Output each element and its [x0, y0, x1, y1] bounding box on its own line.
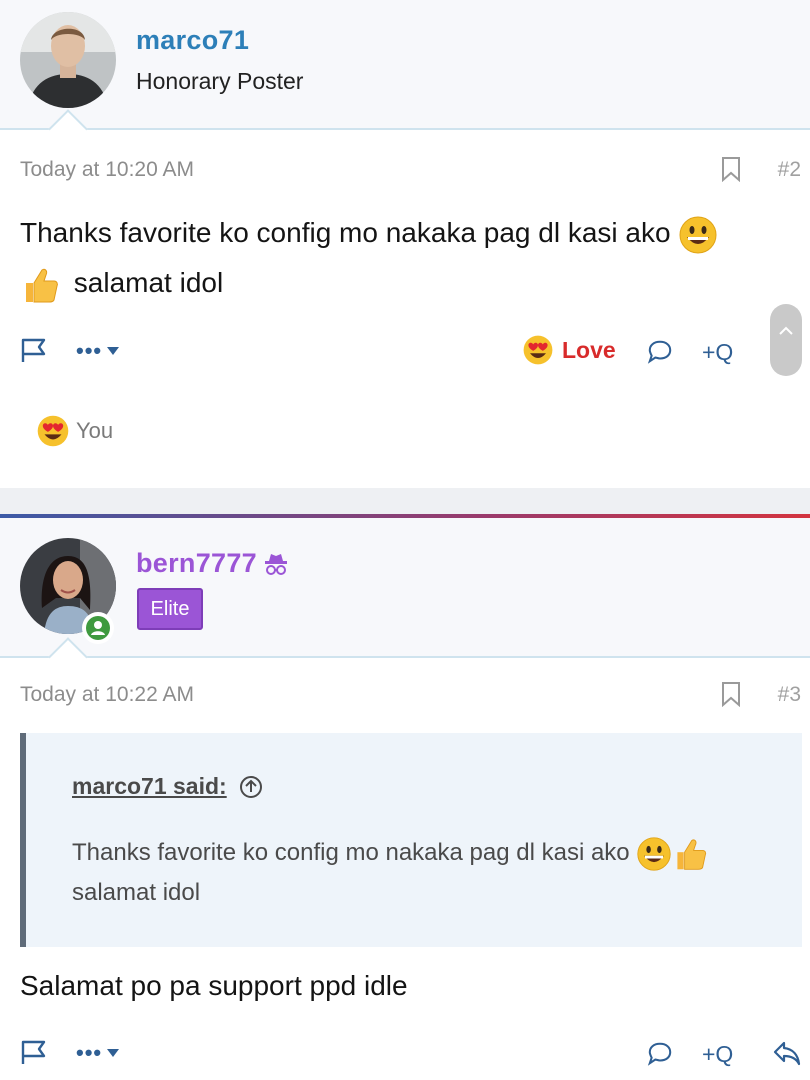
username-text: bern7777 — [136, 548, 257, 578]
arrow-up-circle-icon[interactable] — [239, 775, 263, 799]
more-dots-icon: ••• — [76, 1040, 103, 1065]
reply-arrow-icon[interactable] — [772, 1040, 802, 1066]
thumbs-up-emoji-icon — [26, 268, 58, 303]
post-1-body-line2: salamat idol — [73, 267, 224, 298]
heart-eyes-emoji-icon — [37, 415, 69, 447]
username-marco71[interactable]: marco71 — [136, 25, 249, 56]
post-1-body-line1: Thanks favorite ko config mo nakaka pag … — [20, 217, 671, 248]
post-1-body: Thanks favorite ko config mo nakaka pag … — [20, 208, 790, 308]
user-title: Honorary Poster — [136, 68, 304, 94]
quote-author-text: marco71 said: — [72, 773, 227, 799]
post-1-number[interactable]: #2 — [778, 158, 801, 182]
username-bern7777[interactable]: bern7777 — [136, 548, 289, 579]
quote-line2: salamat idol — [72, 879, 201, 906]
incognito-icon — [264, 553, 287, 575]
post-2-number[interactable]: #3 — [778, 683, 801, 707]
reaction-summary-label: You — [76, 418, 114, 443]
bookmark-icon[interactable] — [720, 681, 742, 707]
more-options-menu[interactable]: ••• — [76, 338, 120, 364]
more-options-menu[interactable]: ••• — [76, 1040, 120, 1066]
love-reaction-label: Love — [562, 336, 616, 363]
report-flag-icon[interactable] — [20, 1040, 48, 1066]
header-notch — [48, 637, 88, 677]
elite-badge: Elite — [137, 588, 203, 630]
grinning-emoji-icon — [679, 216, 717, 254]
reaction-summary[interactable]: You — [36, 414, 113, 448]
quote-text: Thanks favorite ko config mo nakaka pag … — [72, 833, 772, 913]
chevron-down-icon — [107, 347, 120, 355]
post-separator — [0, 488, 810, 518]
multi-quote-button[interactable]: +Q — [702, 1041, 733, 1068]
heart-eyes-emoji-icon — [523, 335, 553, 365]
online-status-icon — [82, 612, 114, 644]
comment-bubble-icon[interactable] — [647, 339, 673, 365]
header-notch — [48, 109, 88, 149]
quote-block: marco71 said: Thanks favorite ko config … — [20, 733, 802, 947]
grinning-emoji-icon — [637, 837, 671, 871]
chevron-up-icon — [779, 326, 793, 335]
quote-line1: Thanks favorite ko config mo nakaka pag … — [72, 839, 630, 866]
avatar-marco71[interactable] — [20, 12, 116, 108]
post-1-user-header: marco71 Honorary Poster — [0, 0, 810, 149]
post-2-user-header: bern7777 — [0, 518, 810, 677]
thumbs-up-emoji-icon — [677, 839, 707, 870]
multi-quote-button[interactable]: +Q — [702, 339, 733, 366]
chevron-down-icon — [107, 1049, 120, 1057]
post-1-timestamp[interactable]: Today at 10:20 AM — [20, 158, 194, 182]
post-2-body: Salamat po pa support ppd idle — [20, 970, 408, 1001]
report-flag-icon[interactable] — [20, 338, 48, 364]
quote-author-link[interactable]: marco71 said: — [72, 773, 263, 800]
comment-bubble-icon[interactable] — [647, 1041, 673, 1067]
post-2-timestamp[interactable]: Today at 10:22 AM — [20, 683, 194, 707]
bookmark-icon[interactable] — [720, 156, 742, 182]
love-reaction-button[interactable]: Love — [522, 334, 616, 366]
more-dots-icon: ••• — [76, 338, 103, 363]
scroll-to-top-handle[interactable] — [770, 304, 802, 376]
